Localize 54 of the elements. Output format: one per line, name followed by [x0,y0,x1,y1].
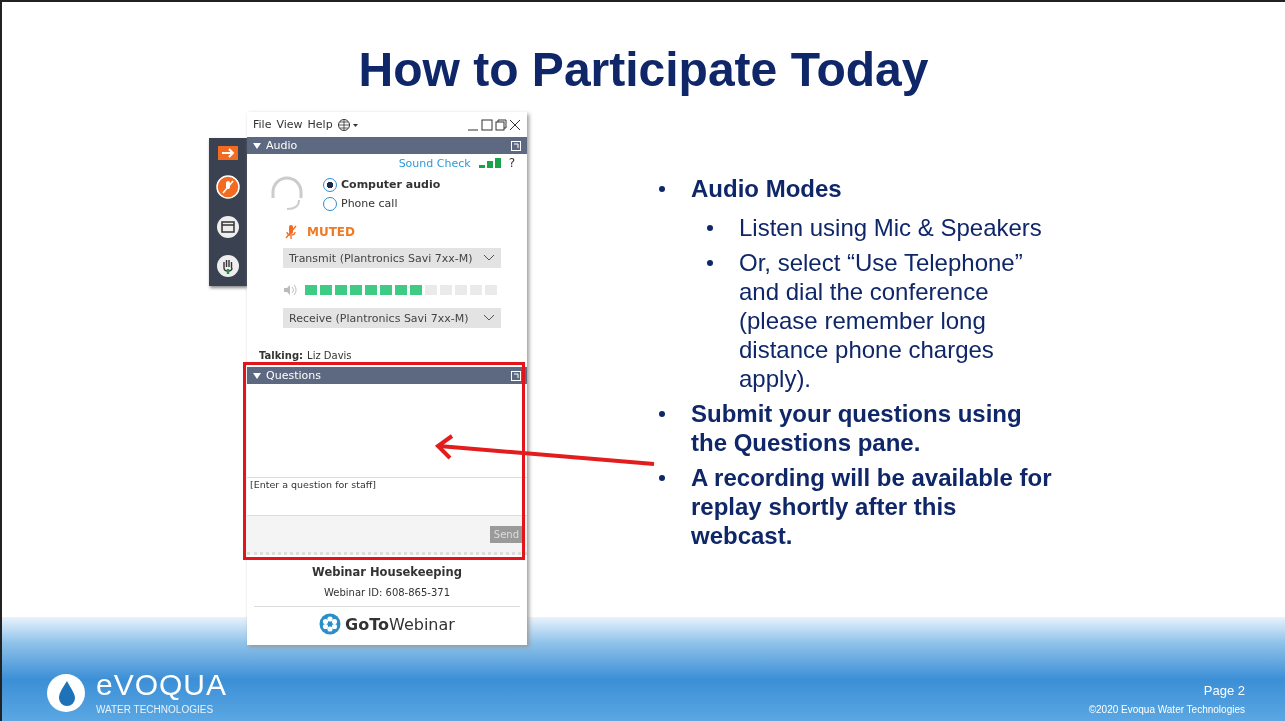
restore-icon[interactable] [495,118,507,131]
transmit-dropdown[interactable]: Transmit (Plantronics Savi 7xx-M) [283,248,501,268]
close-icon[interactable] [509,118,521,131]
copyright-text: ©2020 Evoqua Water Technologies [1088,704,1245,715]
audio-section-header[interactable]: Audio [247,137,527,154]
page-number: Page 2 [1203,683,1245,698]
pop-out-icon[interactable] [511,370,521,381]
bullet-icon [707,225,713,231]
collapse-triangle-icon[interactable] [253,372,261,379]
water-drop-logo-icon [46,672,86,713]
bullet-icon [659,475,665,481]
question-input[interactable]: [Enter a question for staff] [247,478,527,516]
talking-label: Talking: [259,350,304,361]
brand-tagline: WATER TECHNOLOGIES [96,704,215,715]
signal-bars-icon [478,158,501,168]
globe-icon[interactable] [337,118,360,131]
bullet-text: Or, select “Use Telephone” and dial the conference (please remember long distance phone charges apply). [739,248,1024,393]
chevron-down-icon [483,314,495,322]
microphone-muted-icon[interactable] [216,175,240,200]
collapse-triangle-icon[interactable] [253,142,261,149]
menu-item[interactable]: Help [307,118,333,131]
menu-item[interactable]: File [253,118,272,131]
bullet-icon [659,411,665,417]
logo-text: GoToWebinar [345,614,455,634]
radio-label: Phone call [341,197,398,210]
microphone-muted-icon [285,224,297,240]
chevron-down-icon [483,254,495,262]
pop-out-icon[interactable] [511,140,521,151]
flower-logo-icon [319,613,342,635]
receive-dropdown[interactable]: Receive (Plantronics Savi 7xx-M) [283,308,501,328]
speaker-icon [283,284,297,296]
questions-section-header[interactable]: Questions [247,367,527,384]
help-button[interactable]: ? [508,156,515,170]
mute-status: MUTED [307,225,356,239]
bullet-text: A recording will be available for replay shortly after this webcast. [691,463,1053,550]
raised-hand-icon[interactable] [216,254,240,279]
slide-title: How to Participate Today [357,42,930,98]
menu-item[interactable]: View [276,118,303,131]
bullet-text: Listen using Mic & Speakers [739,213,1043,242]
section-title: Audio [266,139,298,152]
webinar-id: Webinar ID: 608-865-371 [324,587,450,598]
brand-name: eVOQUA [96,670,228,700]
bullet-text: Audio Modes [691,174,843,203]
window-icon[interactable] [216,214,240,239]
radio-button[interactable] [323,177,337,192]
bullet-icon [659,186,665,192]
bullet-text: Submit your questions using the Questions pane. [691,399,1023,457]
radio-label: Computer audio [341,178,441,191]
arrow-button-icon[interactable] [218,145,238,160]
talking-name: Liz Davis [307,350,352,361]
maximize-icon[interactable] [481,118,493,131]
section-title: Questions [266,369,321,382]
bullet-icon [707,260,713,266]
webinar-title: Webinar Housekeeping [312,565,462,579]
